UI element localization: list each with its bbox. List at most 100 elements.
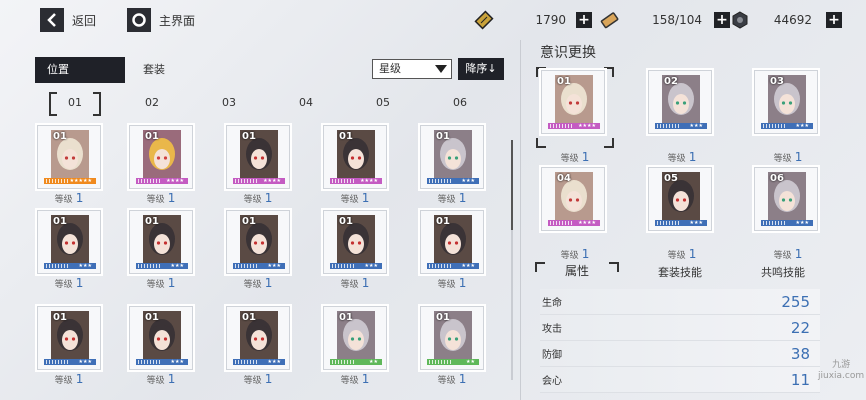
grid-scrollbar-thumb[interactable] (511, 140, 513, 230)
memory-card-frame: 01 ★★ (323, 306, 387, 370)
detail-tabs: 属性 套装技能 共鸣技能 (535, 262, 835, 282)
slot-filter-06[interactable]: 06 (430, 92, 490, 114)
memory-card-frame: 01 ★★★ (37, 210, 101, 274)
level-value: 1 (75, 191, 84, 205)
tab-resonance-skill[interactable]: 共鸣技能 (743, 264, 823, 280)
tab-set-skill[interactable]: 套装技能 (640, 264, 720, 280)
tab-attributes[interactable]: 属性 (535, 262, 619, 279)
memory-card[interactable]: 01 ★★ 等级 1 (413, 306, 491, 396)
memory-card[interactable]: 01 ★★★ 等级 1 (35, 306, 108, 396)
slot-number: 01 (557, 76, 571, 87)
slot-number: 01 (145, 131, 159, 142)
card-level: 等级 1 (316, 191, 394, 205)
slot-filter-01[interactable]: 01 (45, 92, 105, 116)
memory-card[interactable]: 01 ★★★ 等级 1 (35, 210, 108, 300)
memory-card-frame: 02 ★★★ (648, 70, 712, 134)
sort-dropdown[interactable]: 星级 (372, 59, 452, 79)
equipped-slot-02[interactable]: 02 ★★★ 等级 1 (643, 70, 723, 170)
rarity-stars: ★★★★ (263, 178, 281, 184)
selection-corner (604, 67, 614, 77)
rarity-stars: ★★★ (689, 123, 703, 129)
memory-card[interactable]: 01 ★★★★★ 等级 1 (35, 125, 108, 215)
card-level: 等级 1 (35, 372, 108, 386)
tab-set[interactable]: 套装 (143, 57, 165, 83)
level-value: 1 (581, 150, 590, 164)
slot-filter-03[interactable]: 03 (199, 92, 259, 114)
memory-card-frame: 01 ★★ (420, 306, 484, 370)
memory-card-grid: 01 ★★★★★ 等级 1 01 ★★★★ 等级 1 01 ★★★★ 等级 1 01 ★★★★ 等级 1 01 ★… (35, 120, 510, 400)
memory-card-frame: 06 ★★★ (754, 167, 818, 231)
slot-filter-04[interactable]: 04 (276, 92, 336, 114)
level-value: 1 (264, 372, 273, 386)
equipped-slot-05[interactable]: 05 ★★★ 等级 1 (643, 167, 723, 267)
add-gold-ticket-button[interactable]: + (576, 12, 592, 28)
stat-value: 255 (781, 292, 810, 311)
card-level: 等级 1 (122, 276, 200, 290)
memory-card[interactable]: 01 ★★★ 等级 1 (219, 210, 297, 300)
memory-card[interactable]: 01 ★★★ 等级 1 (122, 210, 200, 300)
stamina-battery-icon (600, 12, 619, 29)
memory-card[interactable]: 01 ★★★ 等级 1 (219, 306, 297, 396)
memory-card-frame: 03 ★★★ (754, 70, 818, 134)
rarity-stars: ★★★★ (578, 123, 596, 129)
level-value: 1 (458, 372, 467, 386)
rarity-stars: ★★★ (170, 263, 184, 269)
slot-filter-05[interactable]: 05 (353, 92, 413, 114)
memory-card[interactable]: 01 ★★★ 等级 1 (122, 306, 200, 396)
panel-title: 意识更换 (540, 45, 596, 61)
home-button[interactable]: 主界面 (127, 8, 195, 32)
memory-card[interactable]: 01 ★★★★ 等级 1 (219, 125, 297, 215)
memory-card-frame: 01 ★★★ (226, 306, 290, 370)
level-value: 1 (167, 276, 176, 290)
character-portrait: 01 (143, 130, 181, 182)
equipped-slot-04[interactable]: 04 ★★★★ 等级 1 (536, 167, 616, 267)
memory-card-frame: 04 ★★★★ (541, 167, 605, 231)
add-coin-button[interactable]: + (826, 12, 842, 28)
back-button[interactable]: 返回 (40, 8, 96, 32)
memory-card[interactable]: 01 ★★★ 等级 1 (413, 125, 491, 215)
slot-number: 01 (53, 131, 67, 142)
character-portrait: 01 (240, 311, 278, 363)
memory-card[interactable]: 01 ★★★ 等级 1 (413, 210, 491, 300)
slot-filter-bar: 01 02 03 04 05 06 (45, 92, 505, 116)
card-level: 等级 1 (749, 150, 827, 164)
slot-number: 03 (770, 76, 784, 87)
sort-order-button[interactable]: 降序↓ (458, 58, 504, 80)
memory-card[interactable]: 01 ★★ 等级 1 (316, 306, 394, 396)
slot-filter-02[interactable]: 02 (122, 92, 182, 114)
equipped-slot-01[interactable]: 01 ★★★★ 等级 1 (536, 67, 616, 170)
equipped-slot-03[interactable]: 03 ★★★ 等级 1 (749, 70, 829, 170)
rarity-stars: ★★★★ (578, 220, 596, 226)
chevron-left-icon (40, 8, 64, 32)
memory-card-frame: 01 ★★★ (420, 210, 484, 274)
memory-card[interactable]: 01 ★★★★ 等级 1 (122, 125, 200, 215)
card-level: 等级 1 (643, 247, 721, 261)
character-portrait: 01 (337, 130, 375, 182)
memory-card-frame: 01 ★★★ (37, 306, 101, 370)
rarity-stars: ★★ (369, 359, 378, 365)
level-value: 1 (458, 191, 467, 205)
tab-position[interactable]: 位置 (35, 57, 125, 83)
rarity-stars: ★★★ (795, 220, 809, 226)
equipped-slot-06[interactable]: 06 ★★★ 等级 1 (749, 167, 829, 267)
level-value: 1 (167, 372, 176, 386)
panel-divider (520, 40, 521, 400)
level-value: 1 (361, 276, 370, 290)
add-stamina-button[interactable]: + (714, 12, 730, 28)
memory-card[interactable]: 01 ★★★ 等级 1 (316, 210, 394, 300)
slot-number: 01 (242, 131, 256, 142)
character-portrait: 01 (51, 215, 89, 267)
memory-card[interactable]: 01 ★★★★ 等级 1 (316, 125, 394, 215)
slot-number: 05 (664, 173, 678, 184)
character-portrait: 03 (768, 75, 806, 127)
card-level: 等级 1 (35, 276, 108, 290)
card-level: 等级 1 (316, 276, 394, 290)
stat-row-hp: 生命 255 (540, 289, 820, 315)
stamina-count: 158/104 (652, 13, 702, 27)
memory-card-frame: 01 ★★★ (129, 210, 193, 274)
slot-number: 01 (145, 216, 159, 227)
level-label: 等级 (243, 195, 262, 205)
level-value: 1 (264, 276, 273, 290)
rarity-stars: ★★★★★ (69, 178, 92, 184)
character-portrait: 01 (51, 311, 89, 363)
